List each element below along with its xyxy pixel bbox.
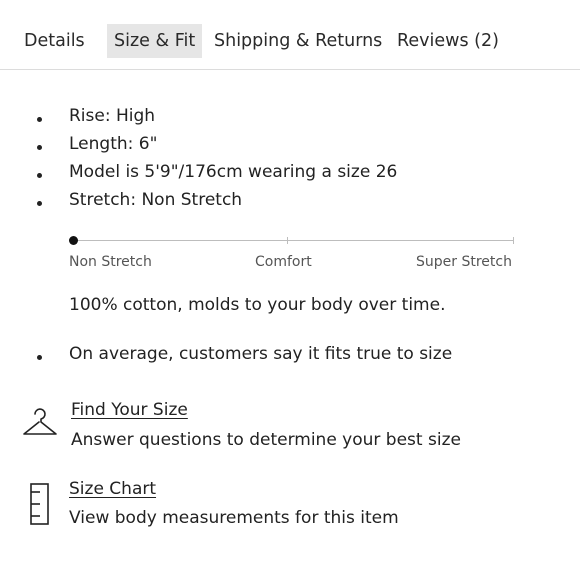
fit-summary: On average, customers say it fits true t…	[69, 344, 453, 364]
stretch-label-comfort: Comfort	[255, 254, 312, 270]
fit-detail-model: Model is 5'9"/176cm wearing a size 26	[69, 162, 398, 182]
tab-details[interactable]: Details	[24, 24, 85, 58]
bullet	[37, 117, 42, 122]
stretch-label-super: Super Stretch	[416, 254, 512, 270]
stretch-scale-tick-super	[513, 237, 514, 244]
tab-shipping-returns[interactable]: Shipping & Returns	[214, 24, 382, 58]
product-tabs: Details Size & Fit Shipping & Returns Re…	[0, 0, 580, 70]
hanger-icon	[23, 408, 57, 435]
stretch-scale-track	[73, 240, 514, 241]
bullet	[37, 145, 42, 150]
size-chart-description: View body measurements for this item	[69, 508, 399, 528]
bullet	[37, 355, 42, 360]
fit-detail-length: Length: 6"	[69, 134, 158, 154]
find-your-size-description: Answer questions to determine your best …	[71, 430, 461, 450]
tab-reviews[interactable]: Reviews (2)	[397, 24, 499, 58]
fit-detail-rise: Rise: High	[69, 106, 156, 126]
stretch-scale-indicator	[69, 236, 78, 245]
ruler-icon	[30, 483, 49, 525]
stretch-label-non: Non Stretch	[69, 254, 152, 270]
find-your-size-link[interactable]: Find Your Size	[71, 400, 188, 420]
stretch-scale-tick-comfort	[287, 237, 288, 244]
tab-size-fit[interactable]: Size & Fit	[107, 24, 203, 58]
size-chart-link[interactable]: Size Chart	[69, 479, 156, 499]
bullet	[37, 201, 42, 206]
bullet	[37, 173, 42, 178]
fit-detail-stretch: Stretch: Non Stretch	[69, 190, 243, 210]
fabric-note: 100% cotton, molds to your body over tim…	[69, 295, 446, 315]
